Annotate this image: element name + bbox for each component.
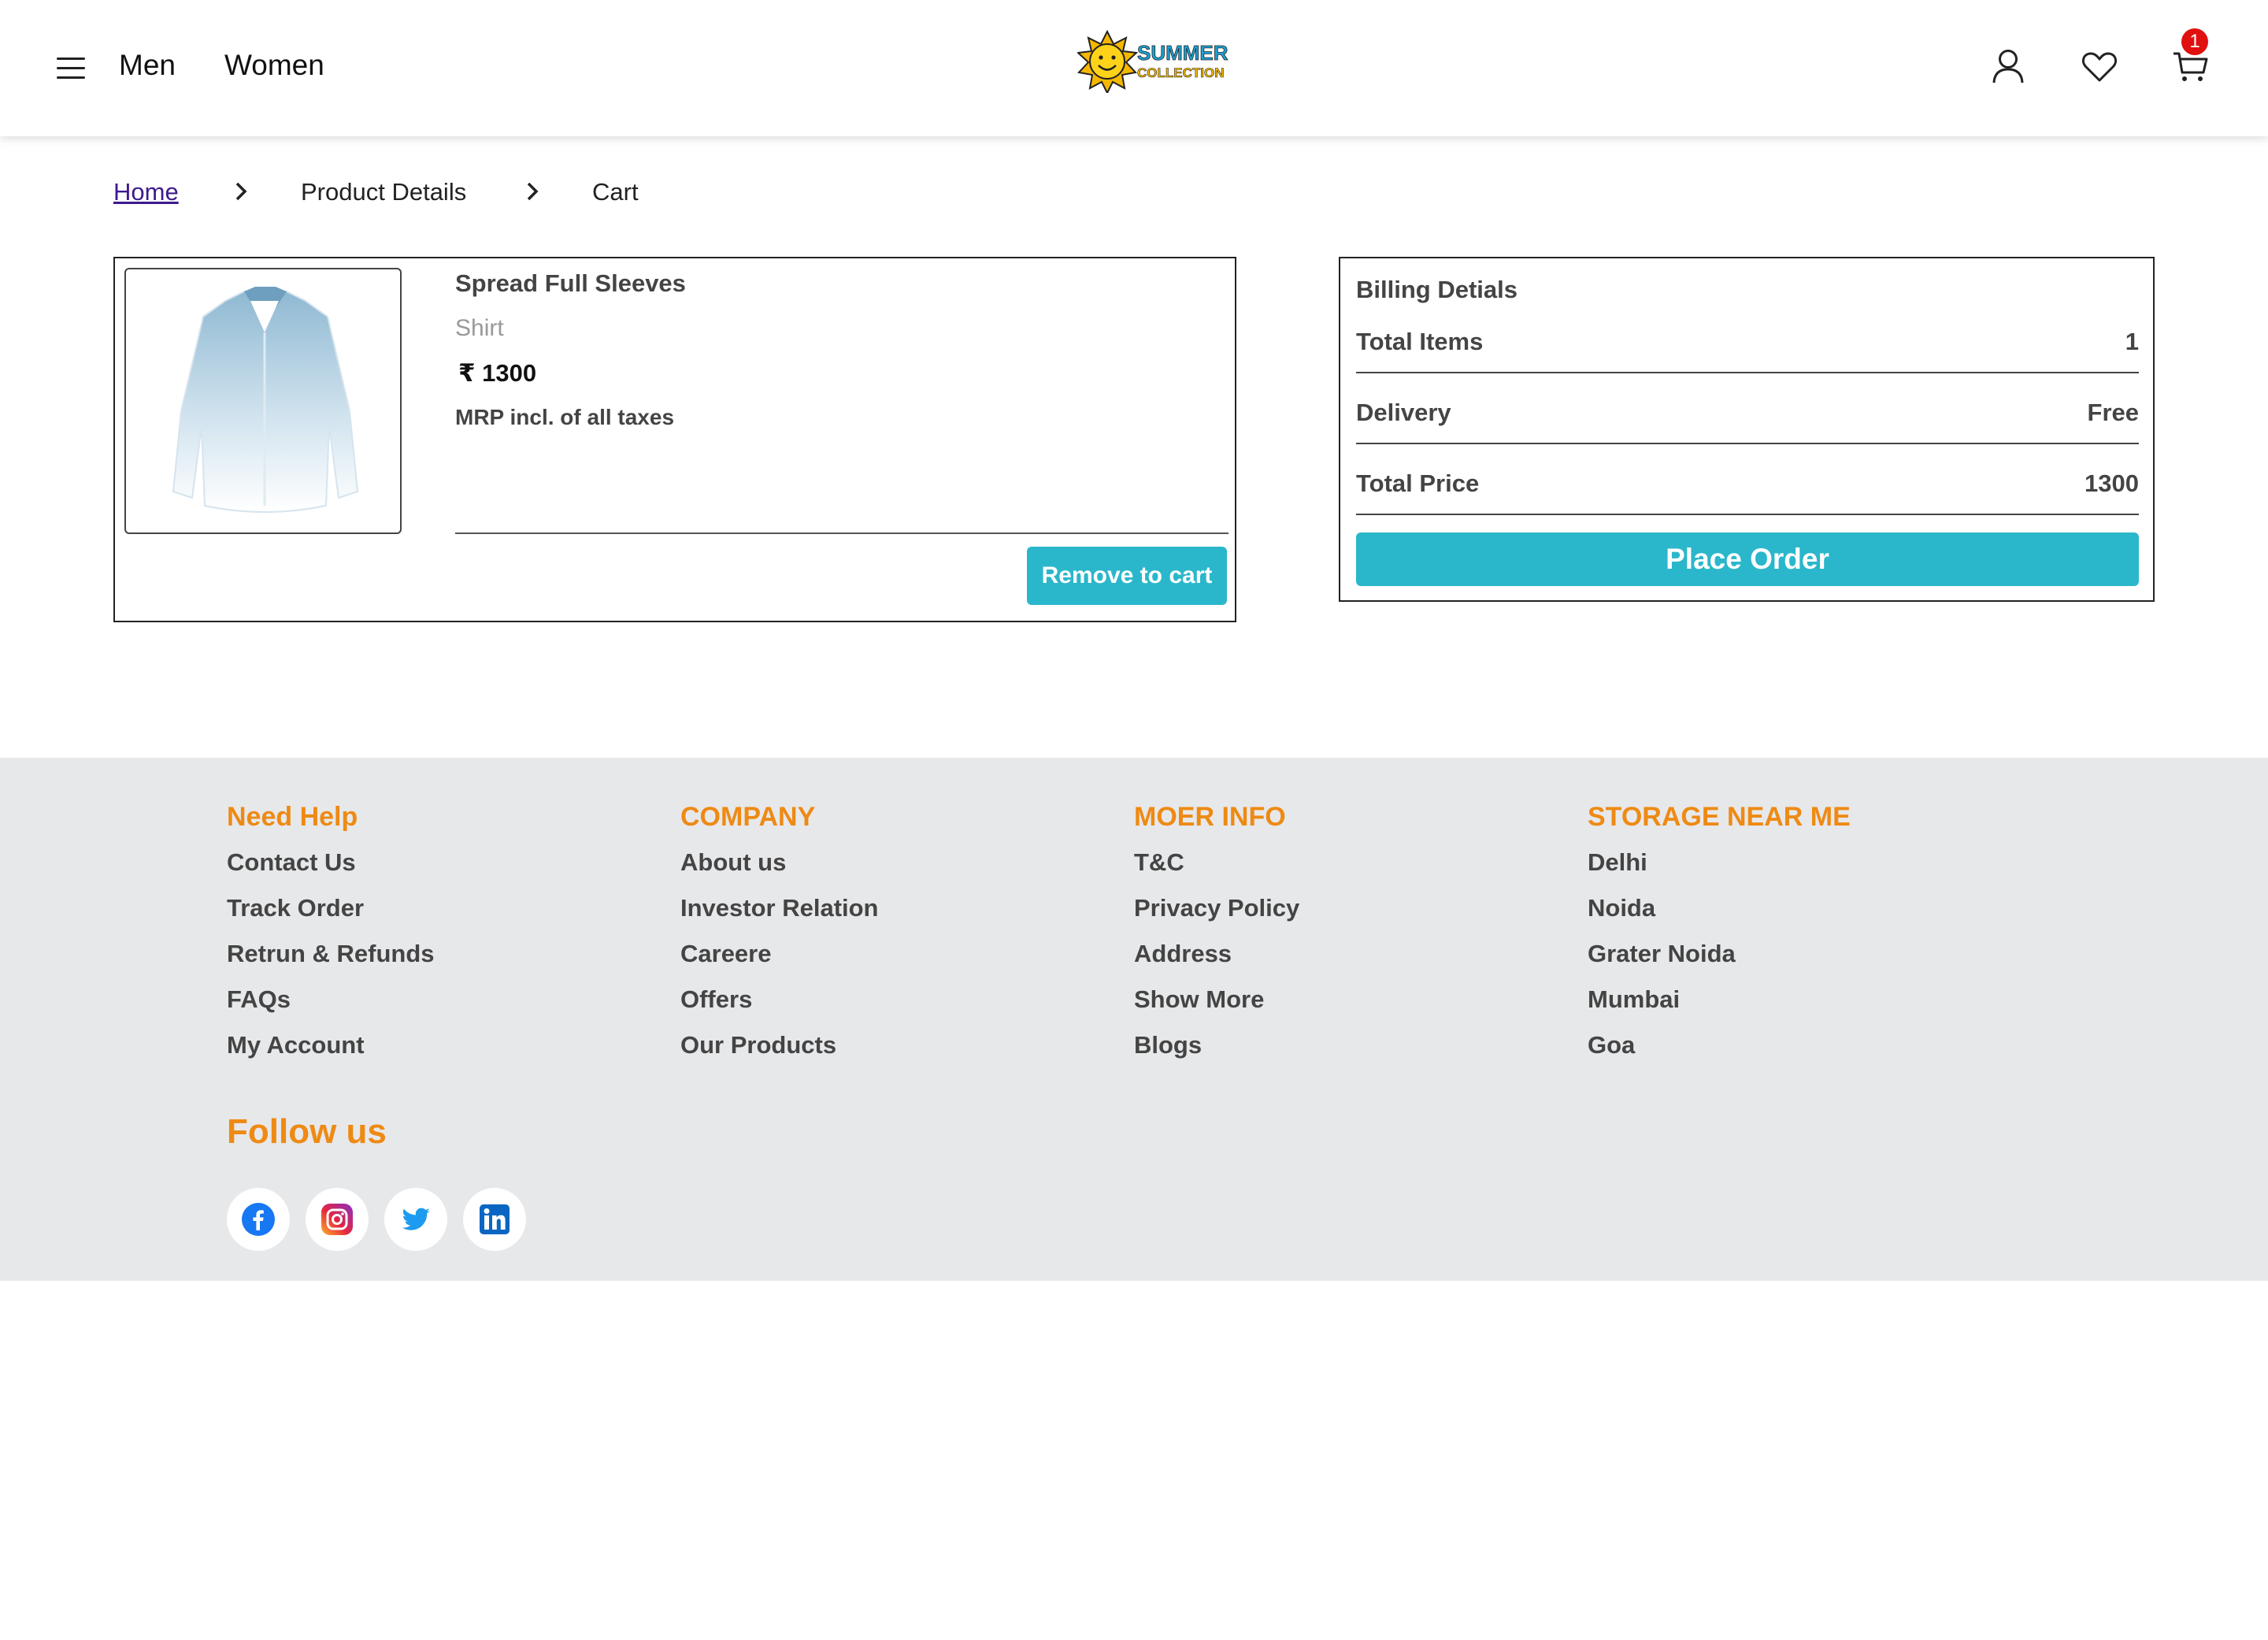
footer-link[interactable]: Investor Relation xyxy=(680,894,879,940)
divider xyxy=(455,532,1228,534)
billing-row-total-price: Total Price 1300 xyxy=(1356,444,2139,515)
footer-column-need-help: Need Help Contact Us Track Order Retrun … xyxy=(227,802,435,1077)
summer-collection-logo[interactable]: SUMMER COLLECTION xyxy=(1077,28,1235,93)
footer-link[interactable]: Track Order xyxy=(227,894,435,940)
breadcrumb-home[interactable]: Home xyxy=(113,178,179,206)
chevron-right-icon xyxy=(527,182,539,201)
follow-us-title: Follow us xyxy=(227,1112,387,1151)
footer-link[interactable]: Privacy Policy xyxy=(1134,894,1299,940)
twitter-icon xyxy=(402,1208,430,1230)
billing-title: Billing Detials xyxy=(1356,276,1518,303)
footer-link[interactable]: Noida xyxy=(1588,894,1851,940)
footer-link[interactable]: Address xyxy=(1134,940,1299,985)
footer-link[interactable]: Careere xyxy=(680,940,879,985)
nav-men[interactable]: Men xyxy=(119,49,176,82)
footer-link[interactable]: Grater Noida xyxy=(1588,940,1851,985)
instagram-icon xyxy=(321,1204,353,1235)
product-type: Shirt xyxy=(455,315,504,341)
footer-link[interactable]: My Account xyxy=(227,1031,435,1077)
linkedin-icon xyxy=(480,1204,510,1234)
billing-row-label: Total Price xyxy=(1356,469,1480,497)
menu-icon[interactable] xyxy=(57,58,85,80)
footer-heading: MOER INFO xyxy=(1134,802,1286,832)
billing-details-card: Billing Detials Total Items 1 Delivery F… xyxy=(1339,257,2155,602)
twitter-button[interactable] xyxy=(384,1188,447,1251)
footer-link[interactable]: Delhi xyxy=(1588,848,1851,894)
billing-row-value: 1300 xyxy=(2085,469,2139,497)
svg-text:SUMMER: SUMMER xyxy=(1137,41,1228,65)
place-order-button[interactable]: Place Order xyxy=(1356,532,2139,586)
svg-text:COLLECTION: COLLECTION xyxy=(1137,65,1225,80)
breadcrumb-cart: Cart xyxy=(592,178,639,206)
top-navbar: Men Women SUMMER COLLECTION 1 xyxy=(0,0,2268,136)
product-name[interactable]: Spread Full Sleeves xyxy=(455,269,686,298)
chevron-right-icon xyxy=(235,182,247,201)
remove-from-cart-button[interactable]: Remove to cart xyxy=(1027,547,1227,605)
mrp-note: MRP incl. of all taxes xyxy=(455,405,675,429)
footer: Need Help Contact Us Track Order Retrun … xyxy=(0,758,2268,1281)
billing-row-value: Free xyxy=(2087,399,2139,426)
product-image[interactable] xyxy=(124,268,402,534)
instagram-button[interactable] xyxy=(306,1188,369,1251)
facebook-icon xyxy=(242,1203,275,1236)
footer-link[interactable]: Mumbai xyxy=(1588,985,1851,1031)
footer-link[interactable]: T&C xyxy=(1134,848,1299,894)
billing-row-label: Delivery xyxy=(1356,399,1451,426)
footer-heading: STORAGE NEAR ME xyxy=(1588,802,1851,832)
billing-row-total-items: Total Items 1 xyxy=(1356,310,2139,373)
cart-count-badge: 1 xyxy=(2181,28,2208,55)
footer-link[interactable]: About us xyxy=(680,848,879,894)
footer-link[interactable]: Goa xyxy=(1588,1031,1851,1077)
footer-column-company: COMPANY About us Investor Relation Caree… xyxy=(680,802,879,1077)
footer-link[interactable]: Retrun & Refunds xyxy=(227,940,435,985)
cart-item-card: Spread Full Sleeves Shirt ₹ 1300 MRP inc… xyxy=(113,257,1236,622)
footer-link[interactable]: FAQs xyxy=(227,985,435,1031)
user-icon[interactable] xyxy=(1988,46,2029,87)
footer-link[interactable]: Show More xyxy=(1134,985,1299,1031)
billing-row-delivery: Delivery Free xyxy=(1356,373,2139,444)
product-price: ₹ 1300 xyxy=(458,359,537,387)
facebook-button[interactable] xyxy=(227,1188,290,1251)
footer-link[interactable]: Our Products xyxy=(680,1031,879,1077)
footer-heading: Need Help xyxy=(227,802,358,832)
footer-column-more-info: MOER INFO T&C Privacy Policy Address Sho… xyxy=(1134,802,1299,1077)
wishlist-heart-icon[interactable] xyxy=(2079,46,2120,87)
billing-row-value: 1 xyxy=(2125,328,2139,355)
breadcrumb-product-details[interactable]: Product Details xyxy=(301,178,466,206)
footer-column-storage: STORAGE NEAR ME Delhi Noida Grater Noida… xyxy=(1588,802,1851,1077)
footer-link[interactable]: Offers xyxy=(680,985,879,1031)
footer-link[interactable]: Blogs xyxy=(1134,1031,1299,1077)
linkedin-button[interactable] xyxy=(463,1188,526,1251)
billing-row-label: Total Items xyxy=(1356,328,1484,355)
footer-heading: COMPANY xyxy=(680,802,816,832)
footer-link[interactable]: Contact Us xyxy=(227,848,435,894)
nav-women[interactable]: Women xyxy=(224,49,324,82)
